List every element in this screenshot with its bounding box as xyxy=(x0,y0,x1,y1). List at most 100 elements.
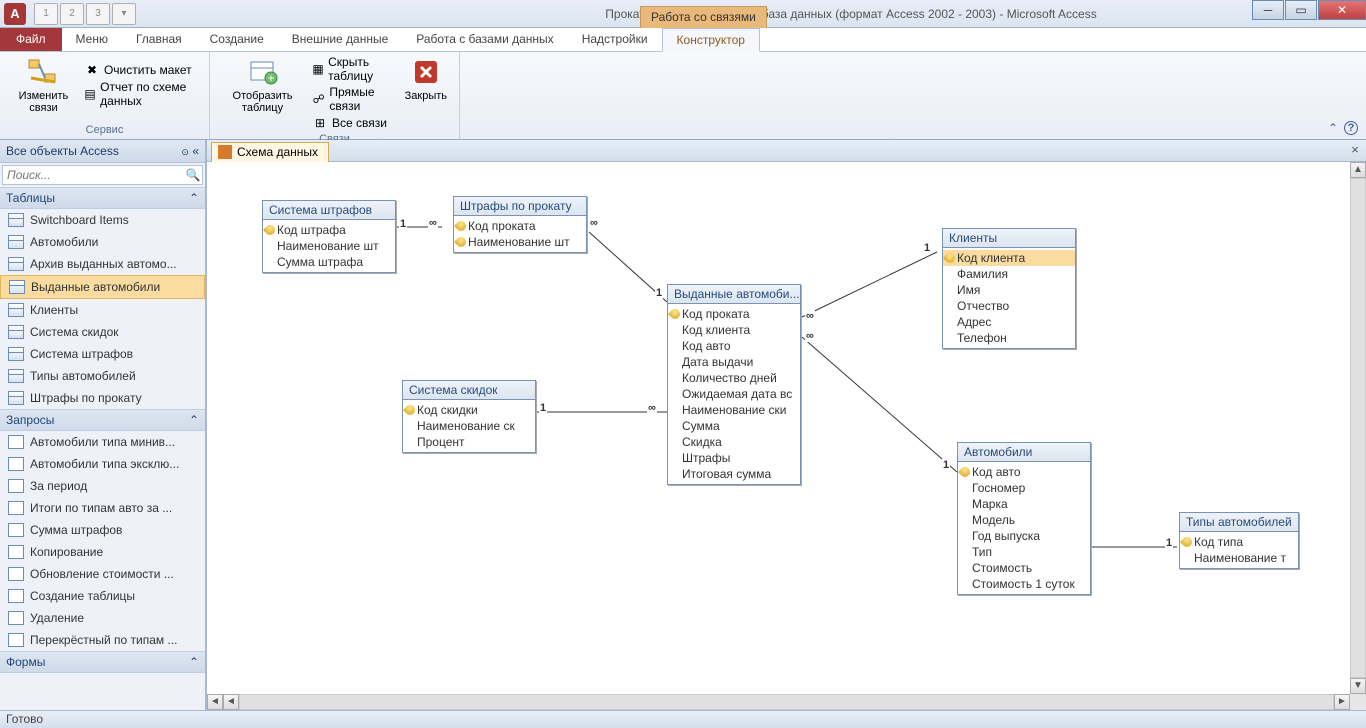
nav-query-item[interactable]: Удаление xyxy=(0,607,205,629)
table-box-discounts[interactable]: Система скидок Код скидкиНаименование скП… xyxy=(402,380,536,453)
table-field[interactable]: Марка xyxy=(958,496,1090,512)
tab-database-tools[interactable]: Работа с базами данныхА xyxy=(402,28,567,51)
nav-query-item[interactable]: Копирование xyxy=(0,541,205,563)
clear-layout-button[interactable]: ✖Очистить макет xyxy=(81,61,203,79)
table-field[interactable]: Код типа xyxy=(1180,534,1298,550)
table-box-car-types[interactable]: Типы автомобилей Код типаНаименование т xyxy=(1179,512,1299,569)
table-title[interactable]: Клиенты xyxy=(943,229,1075,248)
hide-table-button[interactable]: ▦Скрыть таблицу xyxy=(309,54,399,84)
all-relationships-button[interactable]: ⊞Все связи xyxy=(309,114,399,132)
nav-query-item[interactable]: Автомобили типа минив... xyxy=(0,431,205,453)
tab-menu[interactable]: МенюQ xyxy=(62,28,122,51)
nav-table-item[interactable]: Система скидок xyxy=(0,321,205,343)
table-title[interactable]: Выданные автомоби... xyxy=(668,285,800,304)
nav-query-item[interactable]: За период xyxy=(0,475,205,497)
file-tab[interactable]: ФайлФ xyxy=(0,28,62,51)
table-box-penalty-system[interactable]: Система штрафов Код штрафаНаименование шт… xyxy=(262,200,396,273)
table-field[interactable]: Код проката xyxy=(668,306,800,322)
table-box-rental-penalties[interactable]: Штрафы по прокату Код прокатаНаименование… xyxy=(453,196,587,253)
table-field[interactable]: Сумма штрафа xyxy=(263,254,395,270)
search-icon[interactable]: 🔍 xyxy=(184,166,202,184)
nav-table-item[interactable]: Архив выданных автомо... xyxy=(0,253,205,275)
table-field[interactable]: Отчество xyxy=(943,298,1075,314)
table-box-issued-cars[interactable]: Выданные автомоби... Код прокатаКод клиен… xyxy=(667,284,801,485)
table-title[interactable]: Автомобили xyxy=(958,443,1090,462)
table-field[interactable]: Год выпуска xyxy=(958,528,1090,544)
table-field[interactable]: Госномер xyxy=(958,480,1090,496)
table-title[interactable]: Система скидок xyxy=(403,381,535,400)
table-field[interactable]: Имя xyxy=(943,282,1075,298)
table-field[interactable]: Телефон xyxy=(943,330,1075,346)
table-field[interactable]: Код скидки xyxy=(403,402,535,418)
table-field[interactable]: Наименование шт xyxy=(263,238,395,254)
table-box-cars[interactable]: Автомобили Код автоГосномерМаркаМодельГод… xyxy=(957,442,1091,595)
table-field[interactable]: Скидка xyxy=(668,434,800,450)
table-field[interactable]: Наименование т xyxy=(1180,550,1298,566)
table-field[interactable]: Дата выдачи xyxy=(668,354,800,370)
nav-table-item[interactable]: Switchboard Items xyxy=(0,209,205,231)
table-box-clients[interactable]: КлиентыКод клиентаФамилияИмяОтчествоАдре… xyxy=(942,228,1076,349)
table-field[interactable]: Процент xyxy=(403,434,535,450)
relationships-diagram[interactable]: 1 ∞ ∞ 1 1 ∞ ∞ 1 ∞ 1 ∞ 1 Система штрафовК… xyxy=(207,162,1350,694)
nav-query-item[interactable]: Автомобили типа эксклю... xyxy=(0,453,205,475)
tab-create[interactable]: СозданиеС xyxy=(196,28,278,51)
close-button[interactable]: ✕ xyxy=(1318,0,1366,20)
tab-external-data[interactable]: Внешние данныеШ xyxy=(278,28,403,51)
nav-collapse-icon[interactable]: « xyxy=(192,144,199,158)
table-field[interactable]: Штрафы xyxy=(668,450,800,466)
table-field[interactable]: Количество дней xyxy=(668,370,800,386)
table-field[interactable]: Код клиента xyxy=(668,322,800,338)
qat-item[interactable]: 1 xyxy=(34,3,58,25)
show-table-button[interactable]: + Отобразить таблицу xyxy=(216,54,309,132)
nav-query-item[interactable]: Обновление стоимости ... xyxy=(0,563,205,585)
table-field[interactable]: Код штрафа xyxy=(263,222,395,238)
table-field[interactable]: Код авто xyxy=(668,338,800,354)
table-field[interactable]: Модель xyxy=(958,512,1090,528)
nav-table-item[interactable]: Клиенты xyxy=(0,299,205,321)
help-icon[interactable]: ? xyxy=(1344,121,1358,135)
nav-table-item[interactable]: Автомобили xyxy=(0,231,205,253)
ribbon-minimize-icon[interactable]: ⌃ xyxy=(1328,121,1338,135)
table-field[interactable]: Стоимость xyxy=(958,560,1090,576)
maximize-button[interactable]: ▭ xyxy=(1285,0,1317,20)
table-field[interactable]: Тип xyxy=(958,544,1090,560)
table-title[interactable]: Типы автомобилей xyxy=(1180,513,1298,532)
close-button-ribbon[interactable]: Закрыть xyxy=(399,54,453,132)
document-tab[interactable]: Схема данных xyxy=(211,142,329,162)
table-field[interactable]: Код проката xyxy=(454,218,586,234)
nav-query-item[interactable]: Перекрёстный по типам ... xyxy=(0,629,205,651)
nav-table-item[interactable]: Штрафы по прокату xyxy=(0,387,205,409)
table-field[interactable]: Стоимость 1 суток xyxy=(958,576,1090,592)
nav-query-item[interactable]: Создание таблицы xyxy=(0,585,205,607)
nav-table-item[interactable]: Система штрафов xyxy=(0,343,205,365)
vertical-scrollbar[interactable]: ▲▼ xyxy=(1350,162,1366,694)
qat-item[interactable]: 3 xyxy=(86,3,110,25)
horizontal-scrollbar[interactable]: ◄◄► xyxy=(207,694,1350,710)
nav-group-tables[interactable]: Таблицы⌃ xyxy=(0,187,205,209)
table-title[interactable]: Система штрафов xyxy=(263,201,395,220)
qat-dropdown[interactable]: ▾ xyxy=(112,3,136,25)
relationship-report-button[interactable]: ▤Отчет по схеме данных xyxy=(81,79,203,109)
table-title[interactable]: Штрафы по прокату xyxy=(454,197,586,216)
minimize-button[interactable]: ─ xyxy=(1252,0,1284,20)
tab-design[interactable]: КонструкторБС xyxy=(662,28,760,52)
nav-group-forms[interactable]: Формы⌃ xyxy=(0,651,205,673)
qat-item[interactable]: 2 xyxy=(60,3,84,25)
table-field[interactable]: Наименование шт xyxy=(454,234,586,250)
document-close-icon[interactable]: × xyxy=(1348,143,1362,157)
nav-dropdown-icon[interactable]: ⊙ xyxy=(181,147,189,157)
edit-relationships-button[interactable]: Изменить связи xyxy=(6,54,81,116)
table-field[interactable]: Код авто xyxy=(958,464,1090,480)
table-field[interactable]: Наименование ски xyxy=(668,402,800,418)
table-field[interactable]: Ожидаемая дата вс xyxy=(668,386,800,402)
table-field[interactable]: Наименование ск xyxy=(403,418,535,434)
tab-home[interactable]: ГлавнаяЯ xyxy=(122,28,196,51)
tab-addins[interactable]: НадстройкиН xyxy=(568,28,662,51)
direct-relationships-button[interactable]: ☍Прямые связи xyxy=(309,84,399,114)
nav-pane-header[interactable]: Все объекты Access ⊙ « xyxy=(0,140,205,163)
nav-group-queries[interactable]: Запросы⌃ xyxy=(0,409,205,431)
table-field[interactable]: Адрес xyxy=(943,314,1075,330)
nav-table-item[interactable]: Выданные автомобили xyxy=(0,275,205,299)
table-field[interactable]: Итоговая сумма xyxy=(668,466,800,482)
table-field[interactable]: Фамилия xyxy=(943,266,1075,282)
